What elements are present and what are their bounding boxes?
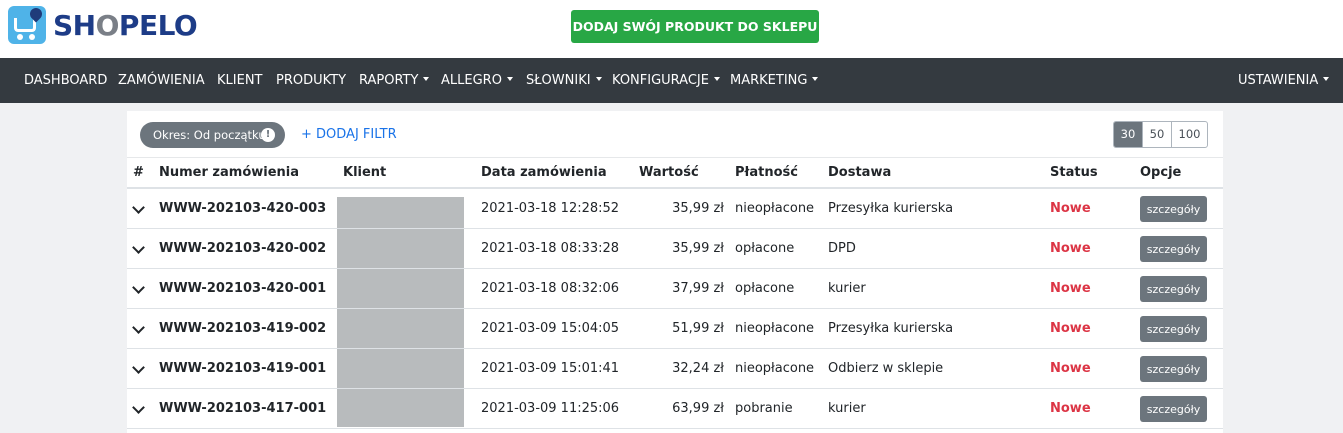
table-row: WWW-202103-420-002 2021-03-18 08:33:28 3… — [127, 229, 1223, 269]
order-date: 2021-03-18 08:32:06 — [481, 281, 620, 296]
table-row: WWW-202103-419-002 2021-03-09 15:04:05 5… — [127, 309, 1223, 349]
chevron-down-icon[interactable] — [132, 401, 145, 414]
order-date: 2021-03-09 15:04:05 — [481, 321, 620, 336]
col-status[interactable]: Status — [1050, 158, 1098, 188]
order-date: 2021-03-09 15:01:41 — [481, 361, 620, 376]
col-payment[interactable]: Płatność — [735, 158, 798, 188]
caret-down-icon — [1323, 76, 1330, 81]
details-button[interactable]: szczegóły — [1140, 396, 1207, 422]
nav-dashboard[interactable]: DASHBOARD — [24, 58, 107, 103]
details-button[interactable]: szczegóły — [1140, 236, 1207, 262]
chevron-down-icon[interactable] — [132, 241, 145, 254]
chevron-down-icon[interactable] — [132, 321, 145, 334]
nav-marketing[interactable]: MARKETING — [730, 58, 819, 103]
status-badge: Nowe — [1050, 361, 1091, 376]
status-badge: Nowe — [1050, 401, 1091, 416]
order-date: 2021-03-18 12:28:52 — [481, 201, 620, 216]
chevron-down-icon[interactable] — [132, 201, 145, 214]
payment-status: opłacone — [735, 241, 795, 256]
order-number[interactable]: WWW-202103-420-003 — [159, 189, 326, 229]
delivery-method: DPD — [828, 241, 856, 256]
chevron-down-icon[interactable] — [132, 281, 145, 294]
payment-status: nieopłacone — [735, 361, 815, 376]
details-button[interactable]: szczegóły — [1140, 196, 1207, 222]
order-value: 32,24 zł — [672, 361, 724, 376]
period-filter-label: Okres: Od początku — [153, 128, 266, 142]
order-value: 37,99 zł — [672, 281, 724, 296]
period-filter-chip[interactable]: Okres: Od początku ! — [140, 122, 285, 148]
table-row: WWW-202103-420-003 2021-03-18 12:28:52 3… — [127, 189, 1223, 229]
caret-down-icon — [506, 76, 513, 81]
logo-text: SHOPELO — [53, 8, 198, 42]
order-number[interactable]: WWW-202103-420-001 — [159, 269, 326, 309]
delivery-method: Przesyłka kurierska — [828, 321, 954, 336]
add-filter-link[interactable]: + DODAJ FILTR — [301, 122, 397, 148]
order-number[interactable]: WWW-202103-420-002 — [159, 229, 326, 269]
main-navbar: DASHBOARD ZAMÓWIENIA KLIENT PRODUKTY RAP… — [0, 58, 1343, 103]
nav-settings[interactable]: USTAWIENIA — [1238, 58, 1330, 103]
shopelo-logo[interactable]: SHOPELO — [8, 5, 198, 45]
delivery-method: Przesyłka kurierska — [828, 201, 954, 216]
nav-client[interactable]: KLIENT — [217, 58, 262, 103]
shopping-cart-icon — [8, 5, 46, 44]
caret-down-icon — [812, 76, 819, 81]
chevron-down-icon[interactable] — [132, 361, 145, 374]
page-size-50[interactable]: 50 — [1142, 122, 1171, 147]
order-number[interactable]: WWW-202103-417-001 — [159, 389, 326, 429]
status-badge: Nowe — [1050, 241, 1091, 256]
nav-products[interactable]: PRODUKTY — [276, 58, 346, 103]
order-number[interactable]: WWW-202103-419-001 — [159, 349, 326, 389]
details-button[interactable]: szczegóły — [1140, 316, 1207, 342]
table-row: WWW-202103-419-001 2021-03-09 15:01:41 3… — [127, 349, 1223, 389]
table-header: # Numer zamówienia Klient Data zamówieni… — [127, 157, 1223, 189]
details-button[interactable]: szczegóły — [1140, 356, 1207, 382]
col-order-date[interactable]: Data zamówienia — [481, 158, 607, 188]
details-button[interactable]: szczegóły — [1140, 276, 1207, 302]
order-value: 63,99 zł — [672, 401, 724, 416]
col-options: Opcje — [1140, 165, 1182, 180]
order-value: 51,99 zł — [672, 321, 724, 336]
add-product-button[interactable]: DODAJ SWÓJ PRODUKT DO SKLEPU — [571, 10, 819, 43]
col-value[interactable]: Wartość — [639, 158, 699, 188]
status-badge: Nowe — [1050, 201, 1091, 216]
payment-status: nieopłacone — [735, 201, 815, 216]
order-value: 35,99 zł — [672, 201, 724, 216]
col-delivery[interactable]: Dostawa — [828, 158, 891, 188]
delivery-method: Odbierz w sklepie — [828, 361, 944, 376]
nav-orders[interactable]: ZAMÓWIENIA — [118, 58, 205, 103]
nav-reports[interactable]: RAPORTY — [359, 58, 430, 103]
page-size-selector: 30 50 100 — [1113, 121, 1208, 148]
table-row: WWW-202103-417-001 2021-03-09 11:25:06 6… — [127, 389, 1223, 429]
col-index: # — [133, 165, 144, 180]
payment-status: opłacone — [735, 281, 795, 296]
order-value: 35,99 zł — [672, 241, 724, 256]
order-number[interactable]: WWW-202103-419-002 — [159, 309, 326, 349]
nav-dictionaries[interactable]: SŁOWNIKI — [526, 58, 602, 103]
order-date: 2021-03-18 08:33:28 — [481, 241, 620, 256]
table-row: WWW-202103-420-001 2021-03-18 08:32:06 3… — [127, 269, 1223, 309]
page-size-30[interactable]: 30 — [1114, 122, 1142, 147]
order-date: 2021-03-09 11:25:06 — [481, 401, 620, 416]
caret-down-icon — [713, 76, 720, 81]
top-header: SHOPELO DODAJ SWÓJ PRODUKT DO SKLEPU — [0, 0, 1343, 58]
page-size-100[interactable]: 100 — [1171, 122, 1207, 147]
alert-icon[interactable]: ! — [261, 128, 275, 142]
orders-panel: Okres: Od początku ! + DODAJ FILTR 30 50… — [127, 111, 1223, 433]
status-badge: Nowe — [1050, 281, 1091, 296]
caret-down-icon — [595, 76, 602, 81]
payment-status: pobranie — [735, 401, 793, 416]
delivery-method: kurier — [828, 281, 866, 296]
col-client[interactable]: Klient — [343, 158, 386, 188]
nav-configurations[interactable]: KONFIGURACJE — [612, 58, 720, 103]
status-badge: Nowe — [1050, 321, 1091, 336]
nav-allegro[interactable]: ALLEGRO — [441, 58, 513, 103]
payment-status: nieopłacone — [735, 321, 815, 336]
delivery-method: kurier — [828, 401, 866, 416]
caret-down-icon — [423, 76, 430, 81]
col-order-number[interactable]: Numer zamówienia — [159, 158, 299, 188]
